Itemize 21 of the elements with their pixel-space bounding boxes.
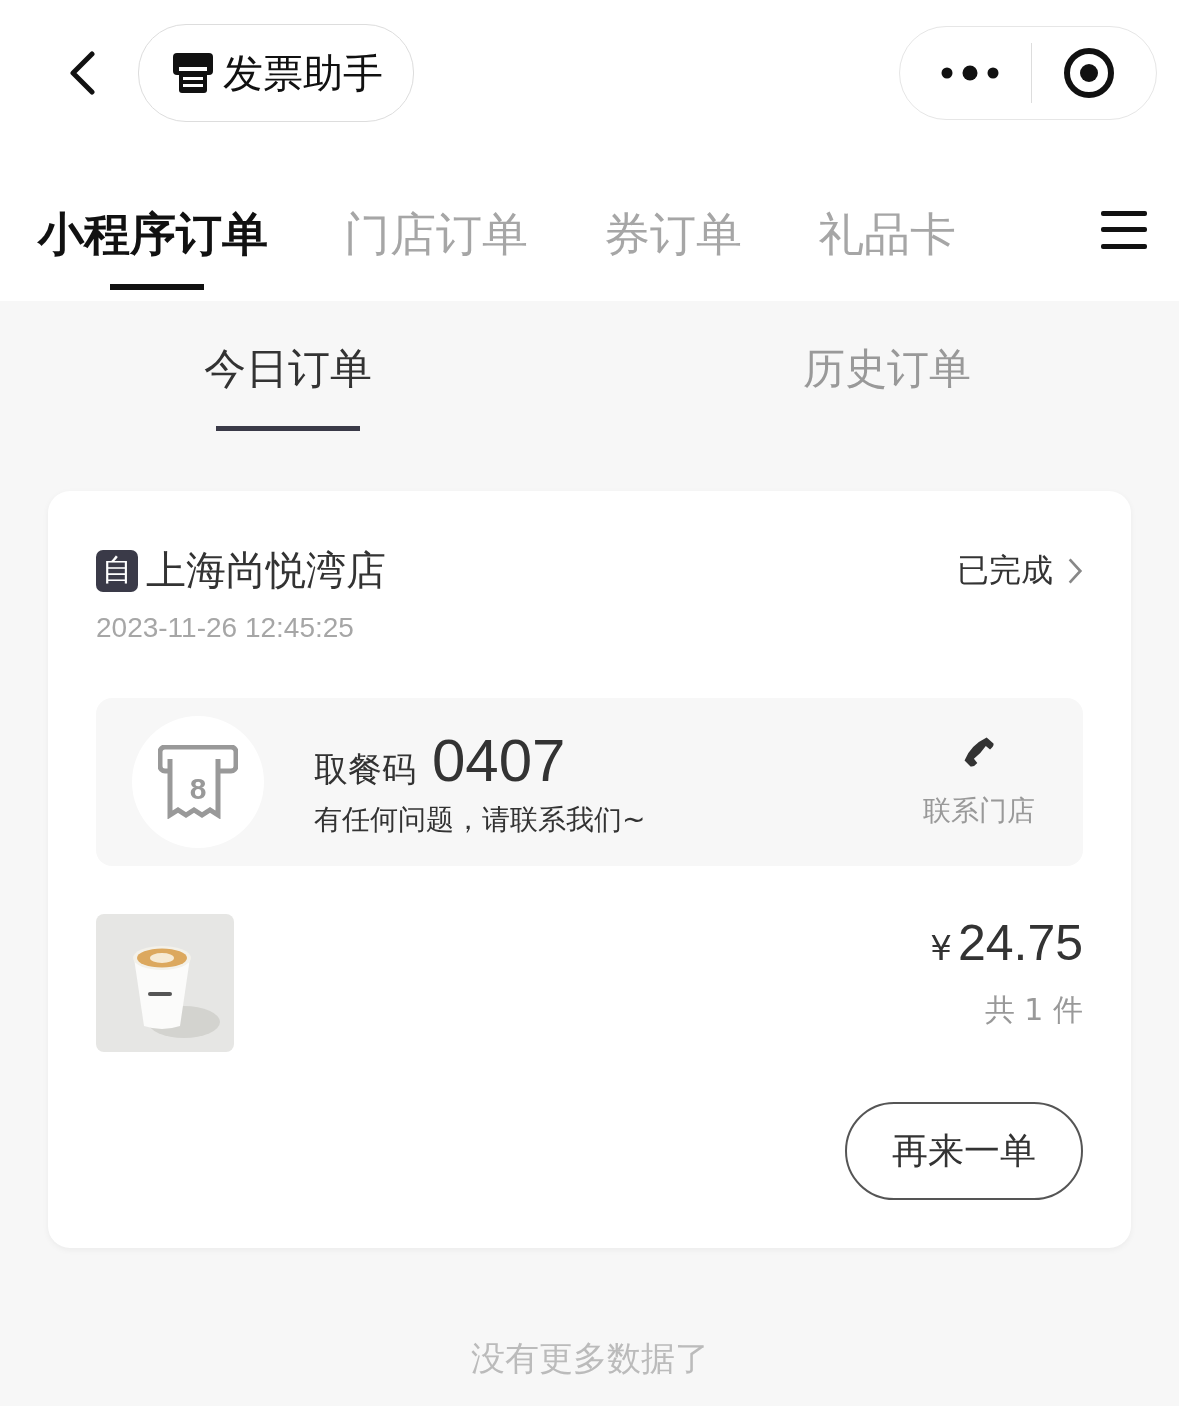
menu-icon[interactable]	[1101, 211, 1147, 249]
item-count: 共 1 件	[983, 991, 1083, 1029]
order-status[interactable]: 已完成	[957, 548, 1053, 593]
help-text: 有任何问题，请联系我们~	[314, 801, 647, 838]
order-tab[interactable]: 小程序订单	[38, 170, 268, 290]
pickup-code-label: 取餐码	[314, 747, 416, 791]
record-icon[interactable]	[1062, 46, 1116, 100]
pickup-code: 0407	[432, 725, 566, 795]
order-amount: 24.75	[957, 914, 1083, 972]
end-of-list-text: 没有更多数据了	[469, 1337, 710, 1380]
ticket-icon: 8	[132, 716, 264, 848]
printer-icon	[173, 51, 213, 95]
order-time: 2023-11-26 12:45:25	[96, 612, 355, 644]
store-name: 上海尚悦湾店	[146, 546, 386, 595]
invoice-helper-button[interactable]: 发票助手	[138, 24, 414, 122]
pickup-badge: 自	[96, 549, 138, 592]
currency-symbol: ¥	[930, 928, 952, 968]
back-icon[interactable]	[68, 51, 98, 95]
reorder-button[interactable]: 再来一单	[845, 1102, 1083, 1200]
chevron-right-icon[interactable]	[1067, 556, 1083, 585]
more-icon[interactable]	[940, 65, 1000, 81]
